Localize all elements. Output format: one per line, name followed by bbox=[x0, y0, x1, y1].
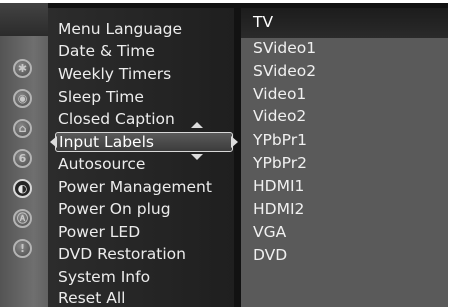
arrow-up-icon[interactable] bbox=[191, 122, 203, 128]
submenu-item-vga[interactable]: VGA bbox=[253, 221, 286, 243]
menu-item-reset-all[interactable]: Reset All bbox=[58, 287, 125, 307]
submenu-item-ypbpr2[interactable]: YPbPr2 bbox=[253, 152, 307, 174]
menu-item-date-time[interactable]: Date & Time bbox=[58, 40, 155, 62]
advanced-icon[interactable]: Ⓐ bbox=[13, 209, 32, 228]
menu-item-input-labels[interactable]: Input Labels bbox=[59, 131, 154, 153]
setup-icon[interactable]: ◐ bbox=[13, 179, 32, 198]
tv-settings-screen: ✱ ◉ ⌂ 6 ◐ Ⓐ ! Menu Language Date & Time … bbox=[0, 0, 451, 307]
arrow-right-icon[interactable] bbox=[231, 136, 238, 148]
submenu-item-svideo1[interactable]: SVideo1 bbox=[253, 37, 316, 59]
menu-item-weekly-timers[interactable]: Weekly Timers bbox=[58, 63, 171, 85]
submenu-item-ypbpr1[interactable]: YPbPr1 bbox=[253, 129, 307, 151]
arrow-down-icon[interactable] bbox=[191, 154, 203, 160]
submenu-item-svideo2[interactable]: SVideo2 bbox=[253, 60, 316, 82]
menu-item-sleep-time[interactable]: Sleep Time bbox=[58, 86, 144, 108]
submenu-item-tv[interactable]: TV bbox=[253, 11, 273, 33]
audio-icon[interactable]: ◉ bbox=[13, 89, 32, 108]
top-bar bbox=[0, 0, 48, 36]
lock-icon[interactable]: ⌂ bbox=[13, 119, 32, 138]
settings-icon[interactable]: ✱ bbox=[13, 59, 32, 78]
menu-item-power-management[interactable]: Power Management bbox=[58, 176, 212, 198]
menu-item-input-labels-selected[interactable]: Input Labels bbox=[55, 132, 233, 152]
menu-item-menu-language[interactable]: Menu Language bbox=[58, 18, 182, 40]
menu-item-dvd-restoration[interactable]: DVD Restoration bbox=[58, 243, 186, 265]
parental-icon[interactable]: 6 bbox=[13, 149, 32, 168]
menu-item-power-on-plug[interactable]: Power On plug bbox=[58, 198, 171, 220]
info-icon[interactable]: ! bbox=[13, 239, 32, 258]
submenu-item-hdmi2[interactable]: HDMI2 bbox=[253, 198, 304, 220]
category-sidebar: ✱ ◉ ⌂ 6 ◐ Ⓐ ! bbox=[0, 36, 48, 307]
submenu-item-video2[interactable]: Video2 bbox=[253, 105, 306, 127]
menu-item-system-info[interactable]: System Info bbox=[58, 266, 150, 288]
menu-item-closed-caption[interactable]: Closed Caption bbox=[58, 108, 175, 130]
menu-item-power-led[interactable]: Power LED bbox=[58, 221, 140, 243]
submenu-item-hdmi1[interactable]: HDMI1 bbox=[253, 175, 304, 197]
menu-item-autosource[interactable]: Autosource bbox=[58, 153, 145, 175]
submenu-item-dvd[interactable]: DVD bbox=[253, 244, 287, 266]
arrow-left-icon[interactable] bbox=[50, 136, 57, 148]
submenu-item-video1[interactable]: Video1 bbox=[253, 83, 306, 105]
